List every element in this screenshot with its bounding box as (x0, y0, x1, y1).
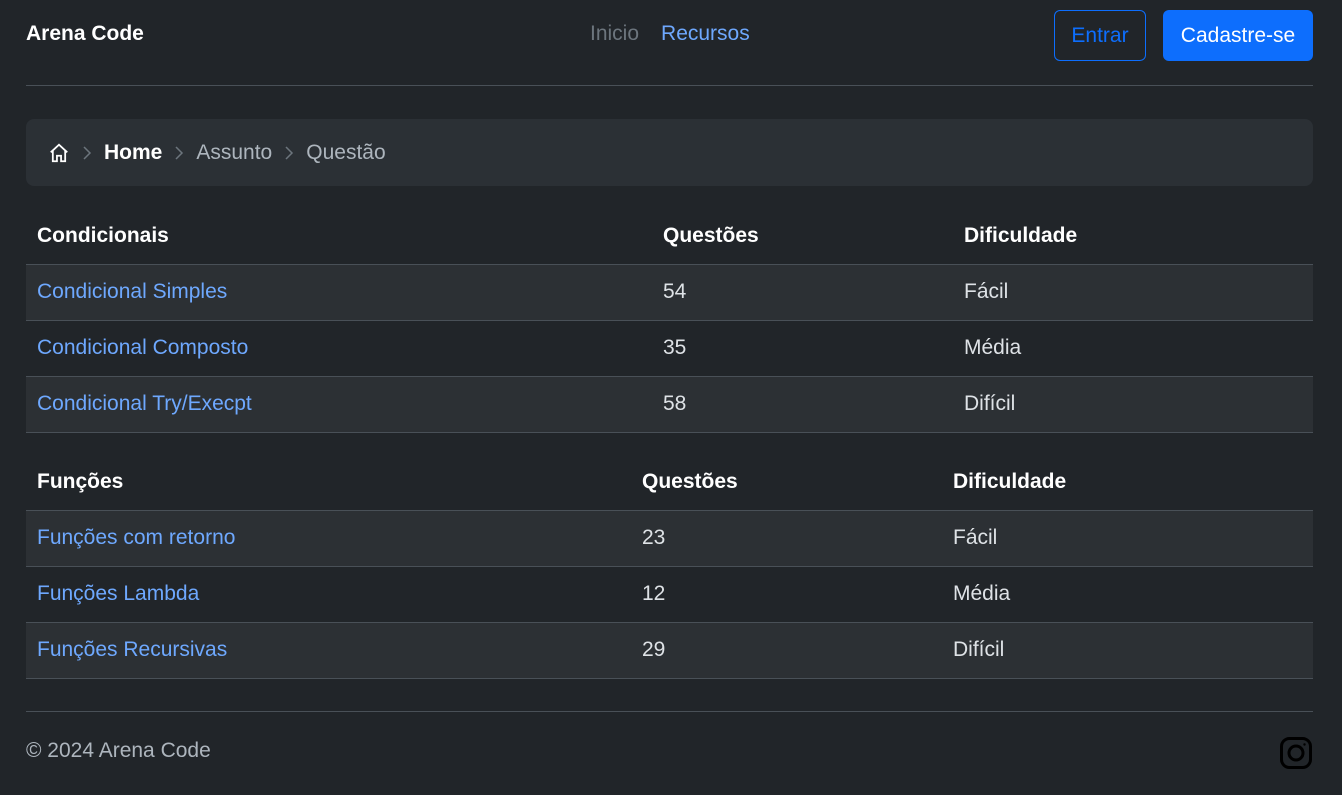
difficulty-cell: Fácil (953, 264, 1313, 321)
column-header-difficulty: Dificuldade (953, 208, 1313, 265)
topic-link[interactable]: Condicional Composto (37, 336, 248, 359)
login-button[interactable]: Entrar (1054, 10, 1146, 61)
table-row: Funções Lambda 12 Média (26, 566, 1313, 623)
topic-link[interactable]: Funções Lambda (37, 582, 199, 605)
count-cell: 35 (652, 320, 953, 377)
table-condicionais: Condicionais Questões Dificuldade Condic… (26, 208, 1313, 433)
table-row: Funções Recursivas 29 Difícil (26, 622, 1313, 679)
column-header-difficulty: Dificuldade (942, 454, 1313, 511)
count-cell: 29 (631, 622, 942, 679)
count-cell: 12 (631, 566, 942, 623)
footer-copyright: © 2024 Arena Code (26, 739, 211, 762)
footer-divider (26, 711, 1313, 712)
count-cell: 23 (631, 510, 942, 567)
topic-link[interactable]: Funções Recursivas (37, 638, 227, 661)
topic-cell: Funções Recursivas (26, 622, 631, 679)
nav-link-recursos[interactable]: Recursos (661, 22, 750, 46)
main-nav: Inicio Recursos (590, 22, 750, 46)
difficulty-cell: Média (953, 320, 1313, 377)
brand-logo[interactable]: Arena Code (26, 22, 144, 46)
count-cell: 54 (652, 264, 953, 321)
table-row: Condicional Try/Execpt 58 Difícil (26, 376, 1313, 433)
table-row: Condicional Composto 35 Média (26, 320, 1313, 377)
breadcrumb-item-assunto[interactable]: Assunto (196, 141, 272, 165)
topic-link[interactable]: Funções com retorno (37, 526, 235, 549)
table-header-row: Funções Questões Dificuldade (26, 454, 1313, 511)
count-cell: 58 (652, 376, 953, 433)
home-icon[interactable] (48, 142, 70, 164)
topic-cell: Funções Lambda (26, 566, 631, 623)
topic-cell: Condicional Try/Execpt (26, 376, 652, 433)
nav-link-inicio[interactable]: Inicio (590, 22, 639, 46)
topic-cell: Funções com retorno (26, 510, 631, 567)
table-row: Condicional Simples 54 Fácil (26, 264, 1313, 321)
page: Arena Code Inicio Recursos Entrar Cadast… (0, 0, 1342, 795)
difficulty-cell: Difícil (953, 376, 1313, 433)
difficulty-cell: Difícil (942, 622, 1313, 679)
topic-link[interactable]: Condicional Simples (37, 280, 227, 303)
column-header-questions: Questões (631, 454, 942, 511)
difficulty-cell: Fácil (942, 510, 1313, 567)
breadcrumb-item-home[interactable]: Home (104, 141, 162, 165)
topic-cell: Condicional Simples (26, 264, 652, 321)
signup-button[interactable]: Cadastre-se (1163, 10, 1313, 61)
chevron-right-icon (162, 145, 196, 161)
breadcrumb-item-questao: Questão (306, 140, 386, 164)
column-header-topic: Funções (26, 454, 631, 511)
column-header-questions: Questões (652, 208, 953, 265)
table-funcoes: Funções Questões Dificuldade Funções com… (26, 454, 1313, 679)
chevron-right-icon (272, 145, 306, 161)
instagram-icon[interactable] (1279, 736, 1313, 770)
top-navbar: Arena Code Inicio Recursos Entrar Cadast… (26, 0, 1313, 86)
table-header-row: Condicionais Questões Dificuldade (26, 208, 1313, 265)
column-header-topic: Condicionais (26, 208, 652, 265)
topic-link[interactable]: Condicional Try/Execpt (37, 392, 252, 415)
difficulty-cell: Média (942, 566, 1313, 623)
chevron-right-icon (70, 145, 104, 161)
topic-cell: Condicional Composto (26, 320, 652, 377)
breadcrumb: Home Assunto Questão (26, 119, 1313, 186)
table-row: Funções com retorno 23 Fácil (26, 510, 1313, 567)
